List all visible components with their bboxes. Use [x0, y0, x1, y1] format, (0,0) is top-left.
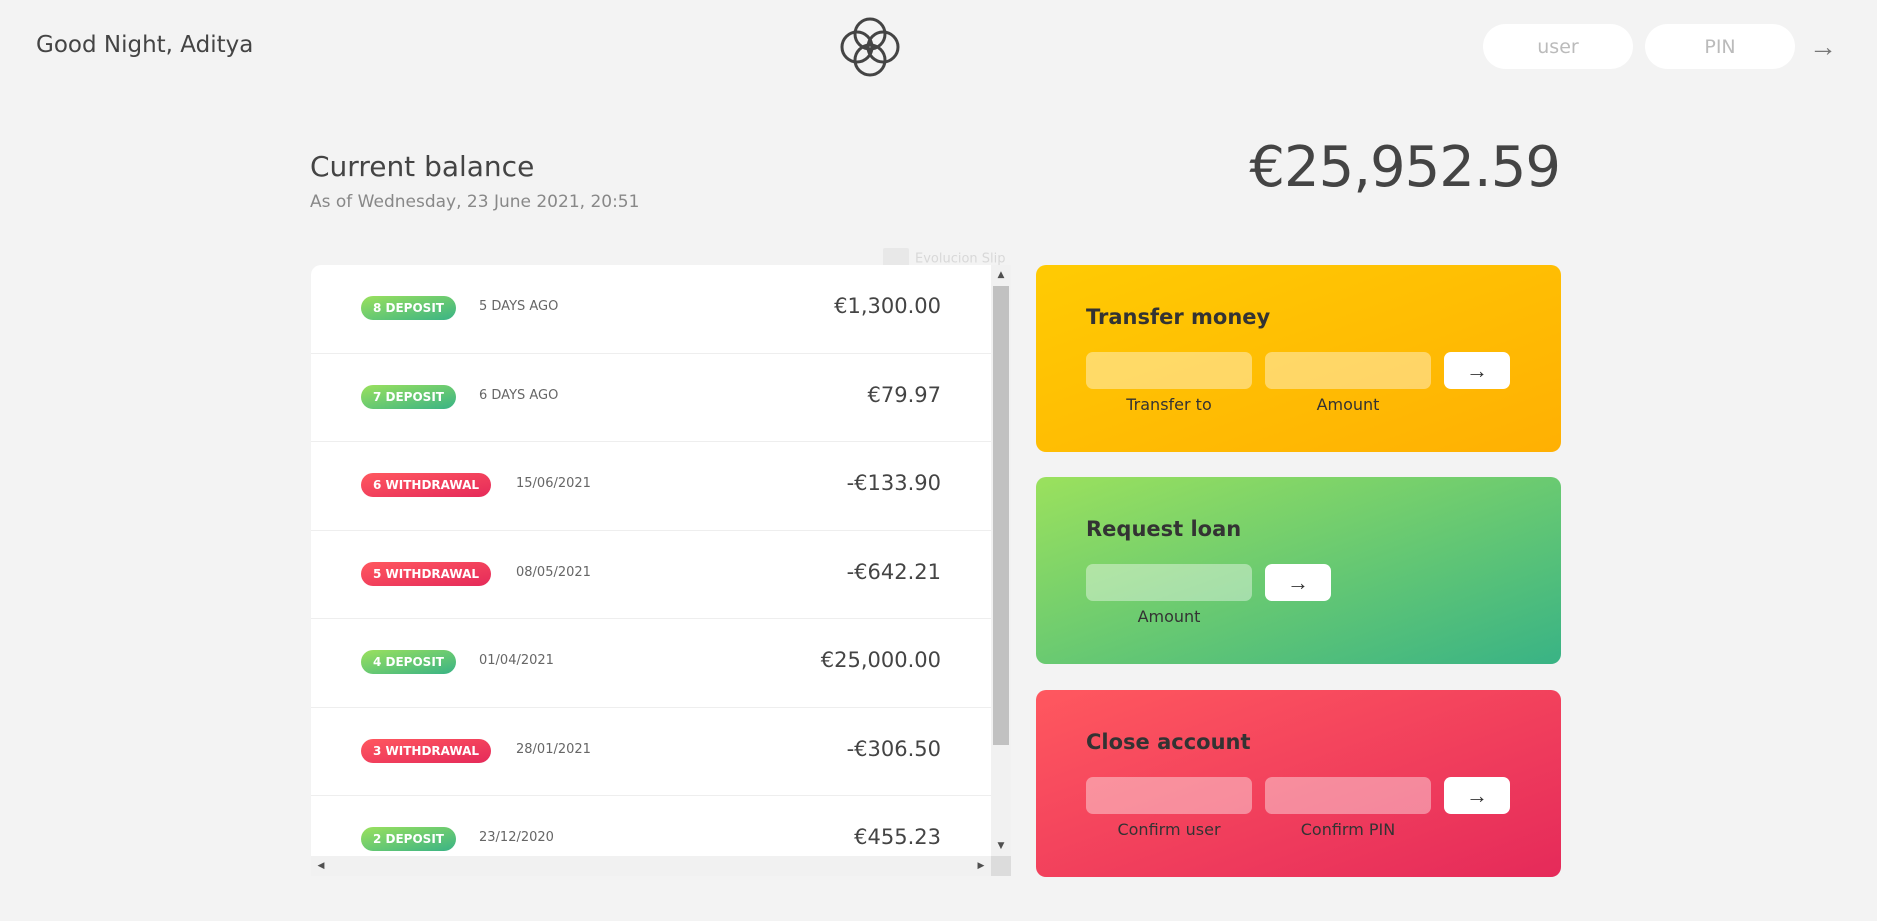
- four-circles-logo-icon: [840, 17, 900, 77]
- loan-panel: Request loan → Amount: [1036, 477, 1561, 664]
- movement-type-badge: 5 WITHDRAWAL: [361, 561, 492, 586]
- movement-value: €1,300.00: [834, 294, 941, 318]
- movement-type-badge: 7 DEPOSIT: [361, 384, 456, 409]
- movement-row: 4 DEPOSIT 01/04/2021 €25,000.00: [311, 619, 991, 708]
- movement-type-badge: 8 DEPOSIT: [361, 296, 456, 320]
- movement-date: 28/01/2021: [516, 741, 591, 757]
- close-pin-input[interactable]: [1265, 777, 1431, 814]
- movement-value: €79.97: [867, 382, 941, 407]
- transfer-amount-label: Amount: [1316, 395, 1380, 414]
- loan-amount-input[interactable]: [1086, 564, 1252, 601]
- movement-date: 23/12/2020: [479, 830, 554, 845]
- login-pin-input[interactable]: [1645, 24, 1795, 69]
- horizontal-scrollbar[interactable]: ◀ ▶: [311, 856, 991, 876]
- balance-date: As of Wednesday, 23 June 2021, 20:51: [310, 192, 640, 212]
- movement-type-badge: 4 DEPOSIT: [361, 650, 456, 674]
- loan-title: Request loan: [1086, 517, 1242, 541]
- scroll-left-icon[interactable]: ◀: [311, 856, 331, 876]
- scrollbar-corner: [991, 856, 1011, 876]
- login-user-input[interactable]: [1483, 24, 1633, 69]
- movement-value: -€642.21: [846, 559, 941, 584]
- movement-date: 6 DAYS AGO: [479, 387, 559, 403]
- welcome-message: Good Night, Aditya: [36, 32, 254, 58]
- movement-date: 01/04/2021: [479, 653, 554, 668]
- loan-amount-label: Amount: [1137, 607, 1201, 626]
- movement-date: 15/06/2021: [516, 476, 591, 491]
- movement-row: 6 WITHDRAWAL 15/06/2021 -€133.90: [311, 442, 991, 531]
- login-button[interactable]: →: [1803, 24, 1843, 69]
- scroll-up-icon[interactable]: ▲: [991, 265, 1011, 285]
- movement-row: 5 WITHDRAWAL 08/05/2021 -€642.21: [311, 531, 991, 619]
- transfer-title: Transfer money: [1086, 305, 1271, 329]
- close-pin-label: Confirm PIN: [1300, 820, 1396, 839]
- balance-value: €25,952.59: [1249, 135, 1561, 200]
- transfer-amount-input[interactable]: [1265, 352, 1431, 389]
- vertical-scrollbar[interactable]: ▲ ▼: [991, 265, 1011, 856]
- movements-list[interactable]: 8 DEPOSIT 5 DAYS AGO €1,300.00 7 DEPOSIT 6 D…: [311, 265, 1011, 876]
- top-nav: Good Night, Aditya →: [0, 0, 1877, 95]
- transfer-to-input[interactable]: [1086, 352, 1252, 389]
- movement-row: 8 DEPOSIT 5 DAYS AGO €1,300.00: [311, 265, 991, 354]
- transfer-to-label: Transfer to: [1126, 395, 1212, 414]
- movement-value: €25,000.00: [820, 648, 941, 672]
- movement-type-badge: 2 DEPOSIT: [361, 827, 456, 851]
- close-account-panel: Close account → Confirm user Confirm PIN: [1036, 690, 1561, 877]
- scroll-down-icon[interactable]: ▼: [991, 836, 1011, 856]
- loan-submit-button[interactable]: →: [1265, 564, 1331, 601]
- movement-value: -€306.50: [846, 736, 941, 761]
- movement-date: 08/05/2021: [516, 564, 591, 580]
- close-title: Close account: [1086, 730, 1251, 754]
- movement-row: 3 WITHDRAWAL 28/01/2021 -€306.50: [311, 708, 991, 796]
- movement-row: 7 DEPOSIT 6 DAYS AGO €79.97: [311, 354, 991, 442]
- movement-type-badge: 6 WITHDRAWAL: [361, 473, 492, 497]
- movements-viewport: 8 DEPOSIT 5 DAYS AGO €1,300.00 7 DEPOSIT 6 D…: [311, 265, 991, 856]
- scroll-right-icon[interactable]: ▶: [971, 856, 991, 876]
- movement-type-badge: 3 WITHDRAWAL: [361, 738, 492, 763]
- movement-value: €455.23: [854, 825, 941, 849]
- movement-row: 2 DEPOSIT 23/12/2020 €455.23: [311, 796, 991, 856]
- movement-value: -€133.90: [846, 471, 941, 495]
- balance-label: Current balance: [310, 150, 535, 183]
- transfer-submit-button[interactable]: →: [1444, 352, 1510, 389]
- transfer-panel: Transfer money → Transfer to Amount: [1036, 265, 1561, 452]
- close-submit-button[interactable]: →: [1444, 777, 1510, 814]
- close-user-input[interactable]: [1086, 777, 1252, 814]
- close-user-label: Confirm user: [1117, 820, 1221, 839]
- vertical-scroll-thumb[interactable]: [993, 286, 1009, 745]
- movement-date: 5 DAYS AGO: [479, 299, 559, 314]
